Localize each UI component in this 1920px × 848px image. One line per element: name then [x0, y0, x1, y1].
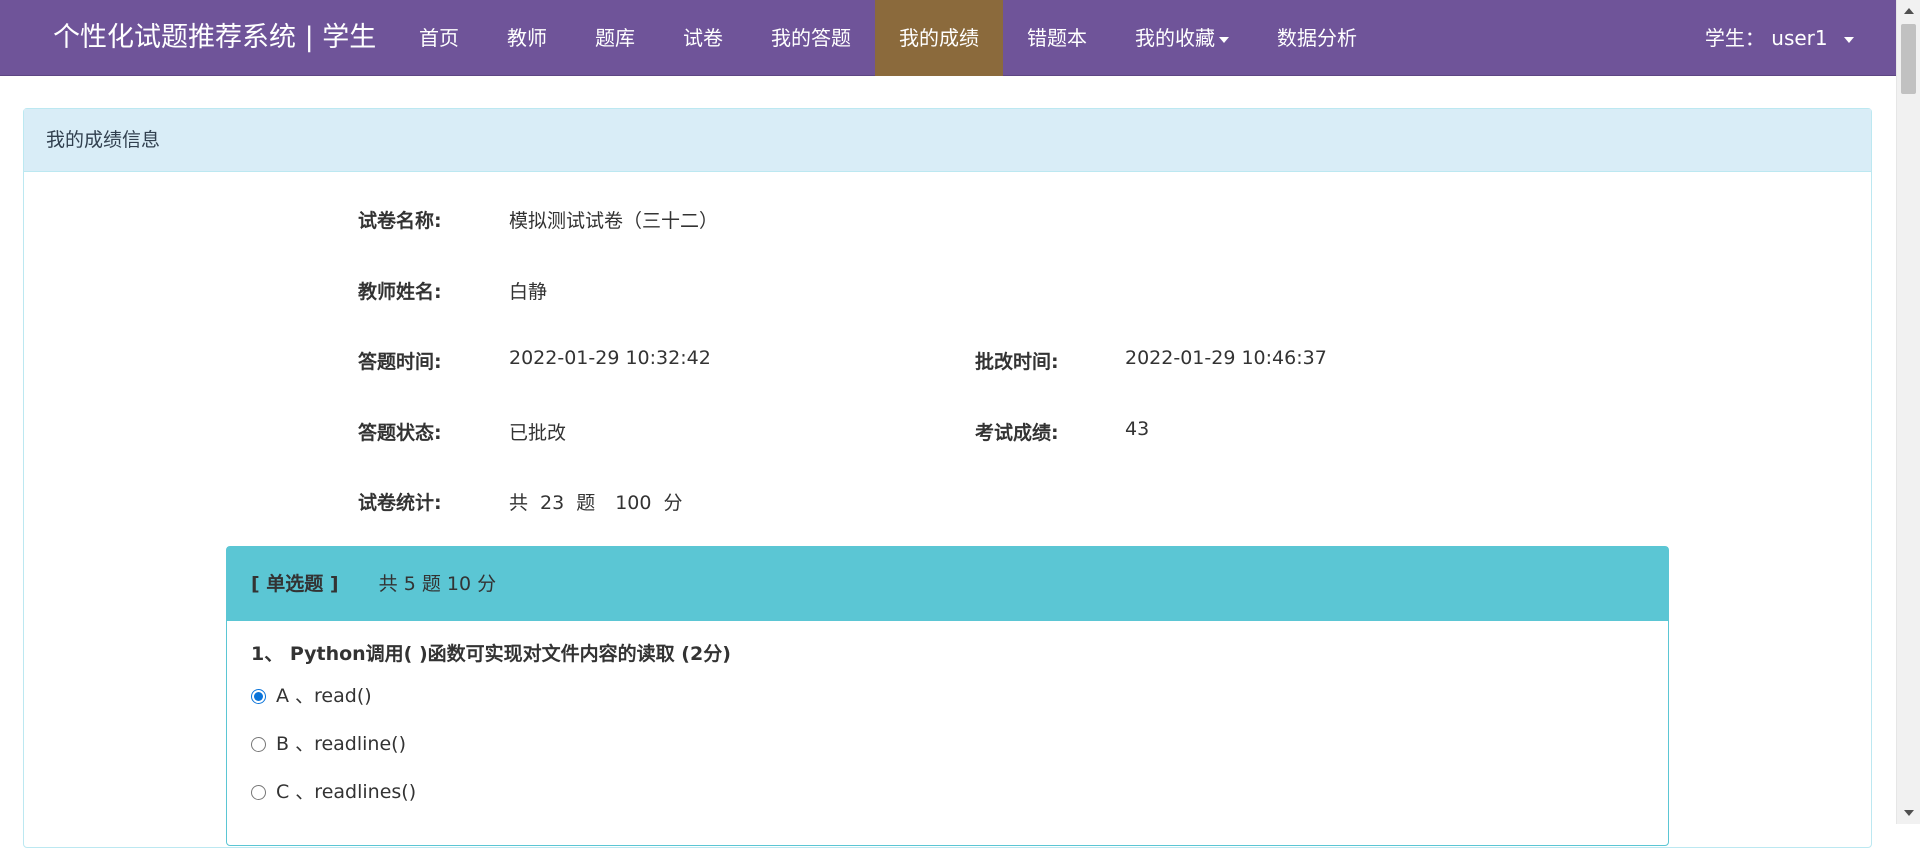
caret-down-icon [1219, 36, 1229, 43]
nav-item-wrong-book[interactable]: 错题本 [1003, 0, 1111, 76]
vertical-scrollbar[interactable] [1896, 0, 1920, 824]
nav-item-my-favorites-label: 我的收藏 [1135, 26, 1215, 50]
stats-prefix: 共 [509, 492, 529, 514]
stats-question-unit: 题 [576, 492, 596, 514]
teacher-name-label: 教师姓名: [358, 281, 442, 303]
nav-item-home[interactable]: 首页 [395, 0, 483, 76]
option-c-label: C 、readlines() [276, 781, 417, 803]
scroll-up-arrow-icon[interactable] [1904, 8, 1914, 14]
stats-total-score: 100 [615, 492, 652, 514]
top-navbar: 个性化试题推荐系统 | 学生 首页 教师 题库 试卷 我的答题 我的成绩 错题本… [0, 0, 1896, 76]
question-section-summary: 共 5 题 10 分 [378, 573, 497, 595]
paper-name-label: 试卷名称: [358, 210, 442, 232]
option-b[interactable]: B 、readline() [251, 732, 406, 756]
panel-title: 我的成绩信息 [24, 109, 1871, 172]
question-section-heading: [ 单选题 ] 共 5 题 10 分 [227, 547, 1668, 621]
nav-item-my-scores[interactable]: 我的成绩 [875, 0, 1003, 76]
paper-stats-value: 共 23 题 100 分 [509, 488, 683, 515]
review-time-label: 批改时间: [975, 351, 1059, 373]
scroll-down-arrow-icon[interactable] [1904, 810, 1914, 816]
nav-item-papers[interactable]: 试卷 [659, 0, 747, 76]
option-b-label: B 、readline() [276, 733, 406, 755]
radio-unchecked-icon[interactable] [251, 736, 266, 752]
answer-status-value: 已批改 [509, 422, 567, 444]
exam-score-label: 考试成绩: [975, 422, 1059, 444]
answer-status-label: 答题状态: [358, 422, 442, 444]
caret-down-icon [1844, 36, 1854, 43]
answer-time-value: 2022-01-29 10:32:42 [509, 347, 711, 369]
teacher-name-value: 白静 [509, 281, 548, 303]
nav-item-teacher[interactable]: 教师 [483, 0, 571, 76]
paper-stats-label: 试卷统计: [358, 492, 442, 514]
radio-checked-icon[interactable] [251, 688, 266, 704]
review-time-value: 2022-01-29 10:46:37 [1125, 347, 1327, 369]
question-type-label: [ 单选题 ] [251, 573, 339, 595]
nav-item-my-answers[interactable]: 我的答题 [747, 0, 875, 76]
question-section-panel: [ 单选题 ] 共 5 题 10 分 1、 Python调用( )函数可实现对文… [226, 546, 1669, 846]
stats-question-count: 23 [540, 492, 565, 514]
option-c[interactable]: C 、readlines() [251, 780, 416, 804]
user-name: user1 [1771, 26, 1828, 50]
nav-item-question-bank[interactable]: 题库 [571, 0, 659, 76]
nav-menu: 首页 教师 题库 试卷 我的答题 我的成绩 错题本 我的收藏 数据分析 [395, 0, 1381, 76]
radio-unchecked-icon[interactable] [251, 784, 266, 800]
user-menu[interactable]: 学生： user1 [1705, 0, 1854, 76]
paper-name-value: 模拟测试试卷（三十二） [509, 210, 719, 232]
nav-item-my-favorites[interactable]: 我的收藏 [1111, 0, 1253, 76]
answer-time-label: 答题时间: [358, 351, 442, 373]
option-a[interactable]: A 、read() [251, 684, 372, 708]
nav-item-data-analysis[interactable]: 数据分析 [1253, 0, 1381, 76]
user-role-label: 学生： [1704, 26, 1765, 50]
app-brand[interactable]: 个性化试题推荐系统 | 学生 [53, 0, 376, 76]
scrollbar-thumb[interactable] [1901, 24, 1916, 94]
exam-score-value: 43 [1125, 418, 1150, 440]
question-title: 1、 Python调用( )函数可实现对文件内容的读取 (2分) [251, 643, 731, 665]
option-a-label: A 、read() [276, 685, 372, 707]
stats-score-unit: 分 [663, 492, 683, 514]
